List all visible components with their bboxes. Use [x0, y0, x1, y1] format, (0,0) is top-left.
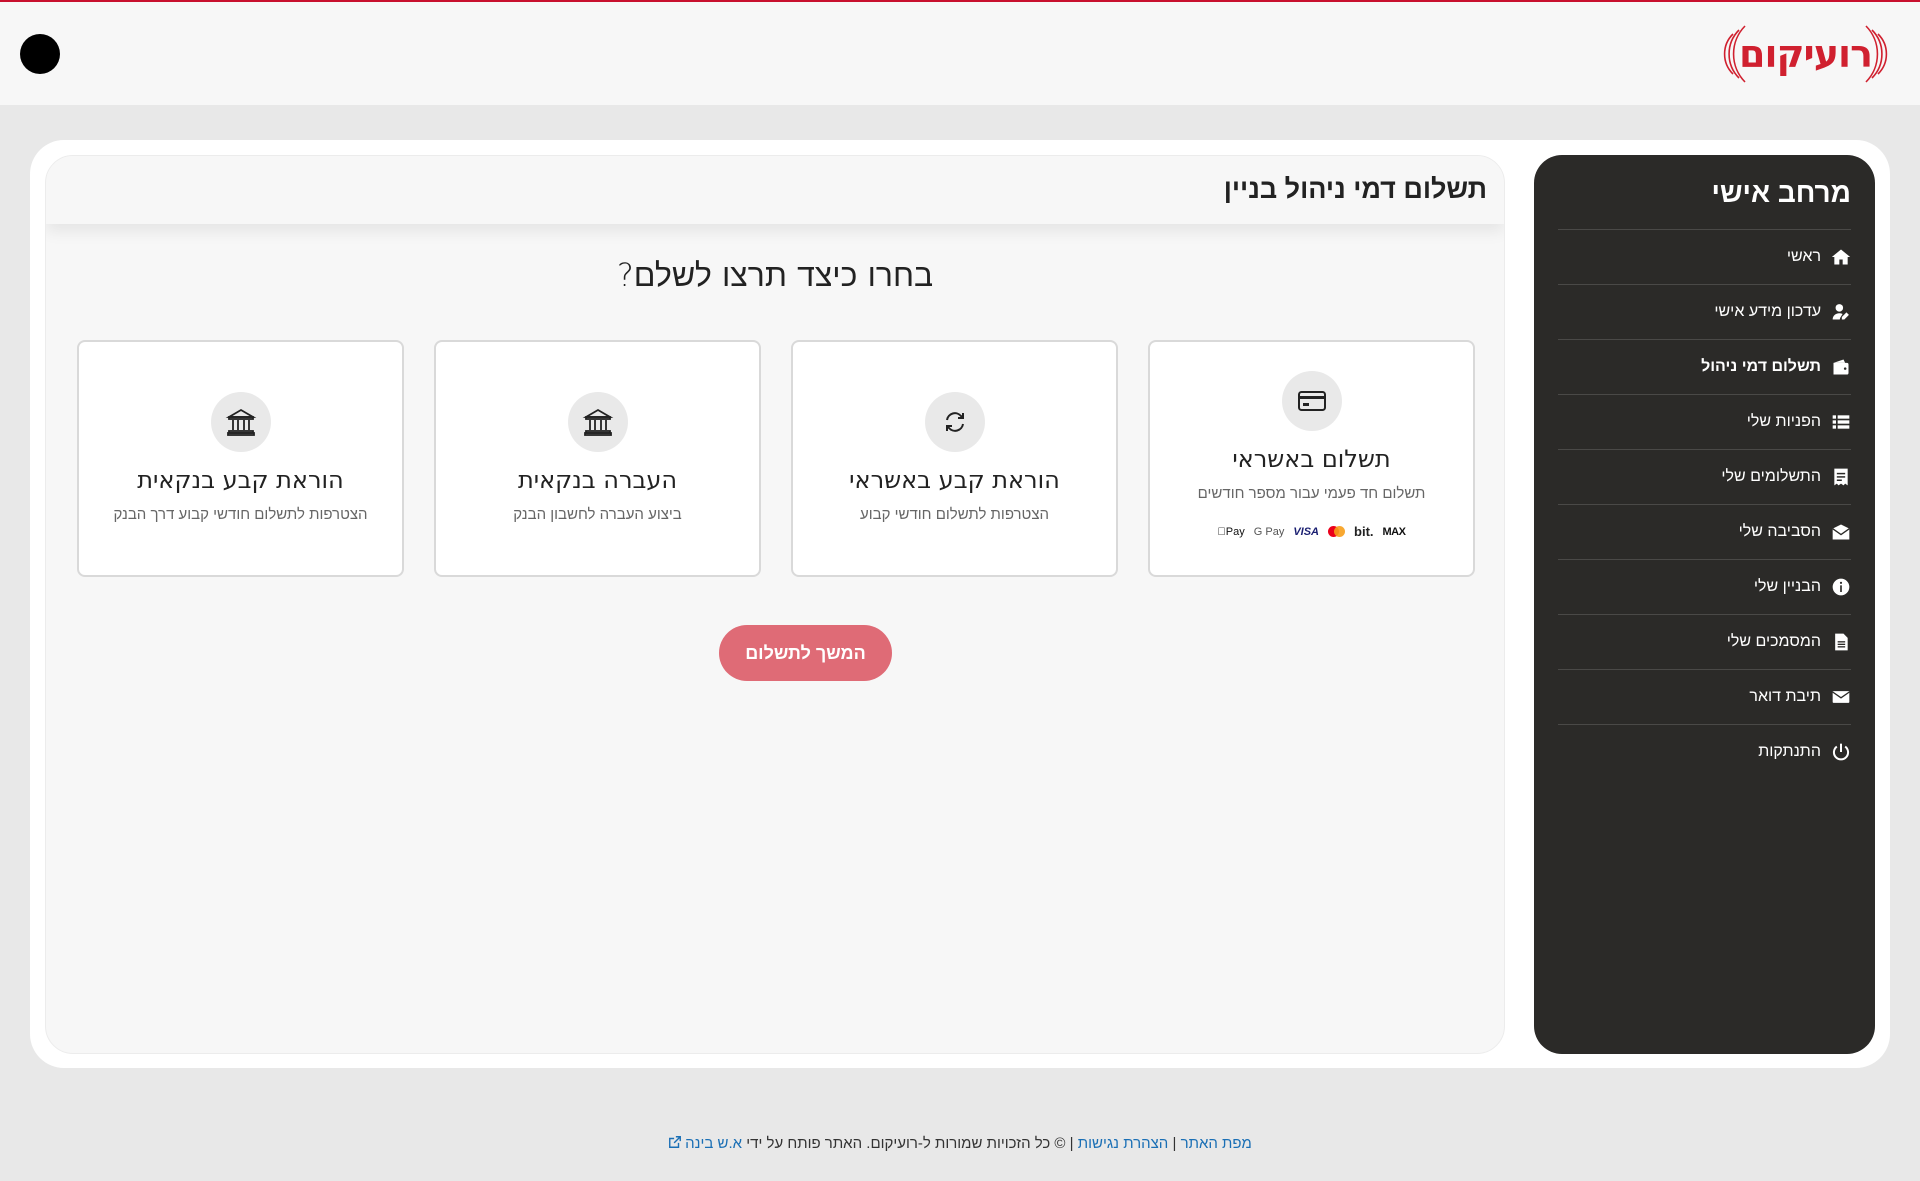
option-bank-standing-order[interactable]: הוראת קבע בנקאית הצטרפות לתשלום חודשי קב… — [77, 340, 404, 577]
wallet-icon — [1831, 357, 1851, 377]
page-title: תשלום דמי ניהול בניין — [1223, 174, 1487, 204]
option-subtitle: ביצוע העברה לחשבון הבנק — [513, 506, 682, 523]
bank-icon — [210, 392, 271, 452]
document-icon — [1831, 632, 1851, 652]
option-title: העברה בנקאית — [517, 466, 678, 494]
payment-options: תשלום באשראי תשלום חד פעמי עבור מספר חוד… — [77, 340, 1475, 577]
external-link-icon — [669, 1136, 682, 1148]
sidebar-item-label: עדכון מידע אישי — [1714, 303, 1821, 320]
credit-card-icon — [1281, 371, 1342, 431]
visa-logo: VISA — [1293, 525, 1320, 538]
option-title: הוראת קבע בנקאית — [137, 466, 344, 494]
sidebar-item-environment[interactable]: הסביבה שלי — [1558, 504, 1851, 559]
sidebar-item-payments[interactable]: התשלומים שלי — [1558, 449, 1851, 504]
sidebar-item-label: ראשי — [1786, 248, 1821, 265]
content-card: מרחב אישי ראשי עדכון מידע אישי תשלום דמי… — [30, 140, 1890, 1068]
bank-icon — [567, 392, 628, 452]
footer-separator: | — [1069, 1135, 1074, 1152]
top-header: רועיקום — [0, 0, 1920, 105]
mastercard-logo — [1328, 526, 1346, 537]
sidebar-item-label: הסביבה שלי — [1738, 523, 1821, 540]
bit-logo: bit. — [1354, 524, 1374, 539]
sidebar-item-label: התנתקות — [1758, 743, 1821, 760]
info-icon — [1831, 577, 1851, 597]
sidebar-item-requests[interactable]: הפניות שלי — [1558, 394, 1851, 449]
max-logo: MAX — [1382, 525, 1406, 538]
sidebar-item-logout[interactable]: התנתקות — [1558, 724, 1851, 779]
footer-separator: | — [1172, 1135, 1177, 1152]
sidebar-nav: ראשי עדכון מידע אישי תשלום דמי ניהול הפנ… — [1558, 229, 1851, 779]
sidebar-item-label: תיבת דואר — [1749, 688, 1821, 705]
option-credit-standing-order[interactable]: הוראת קבע באשראי הצטרפות לתשלום חודשי קב… — [791, 340, 1118, 577]
site-logo[interactable]: רועיקום — [1723, 20, 1888, 88]
sidebar-item-label: הבניין שלי — [1753, 578, 1821, 595]
sidebar-item-label: התשלומים שלי — [1721, 468, 1821, 485]
copyright-text: © כל הזכויות שמורות ל-רועיקום. האתר פותח… — [746, 1135, 1066, 1152]
user-edit-icon — [1831, 302, 1851, 322]
map-icon — [1831, 522, 1851, 542]
option-subtitle: הצטרפות לתשלום חודשי קבוע דרך הבנק — [113, 506, 368, 523]
developer-link[interactable]: א.ש בינה — [668, 1135, 742, 1152]
option-title: תשלום באשראי — [1232, 445, 1391, 473]
accessibility-statement-link[interactable]: הצהרת נגישות — [1078, 1135, 1169, 1152]
option-credit-card[interactable]: תשלום באשראי תשלום חד פעמי עבור מספר חוד… — [1148, 340, 1475, 577]
envelope-icon — [1831, 687, 1851, 707]
receipt-icon — [1831, 467, 1851, 487]
accessibility-button[interactable] — [20, 34, 60, 74]
power-icon — [1831, 742, 1851, 762]
sidebar-item-mailbox[interactable]: תיבת דואר — [1558, 669, 1851, 724]
continue-to-payment-button[interactable]: המשך לתשלום — [719, 625, 892, 681]
option-title: הוראת קבע באשראי — [849, 466, 1060, 494]
sitemap-link[interactable]: מפת האתר — [1181, 1135, 1252, 1152]
footer: מפת האתר | הצהרת נגישות | © כל הזכויות ש… — [0, 1135, 1920, 1152]
sidebar-item-building[interactable]: הבניין שלי — [1558, 559, 1851, 614]
sidebar-item-label: תשלום דמי ניהול — [1701, 358, 1821, 375]
main-header: תשלום דמי ניהול בניין — [46, 156, 1504, 224]
option-subtitle: תשלום חד פעמי עבור מספר חודשים — [1197, 485, 1426, 502]
main-panel: תשלום דמי ניהול בניין בחרו כיצד תרצו לשל… — [45, 155, 1505, 1054]
sidebar-title: מרחב אישי — [1711, 177, 1851, 208]
list-icon — [1831, 412, 1851, 432]
sidebar-item-home[interactable]: ראשי — [1558, 229, 1851, 284]
logo-text: רועיקום — [1739, 32, 1873, 76]
sidebar: מרחב אישי ראשי עדכון מידע אישי תשלום דמי… — [1534, 155, 1875, 1054]
sidebar-item-label: המסמכים שלי — [1726, 633, 1821, 650]
option-subtitle: הצטרפות לתשלום חודשי קבוע — [860, 506, 1050, 523]
payment-method-question: בחרו כיצד תרצו לשלם? — [616, 256, 934, 294]
sidebar-item-documents[interactable]: המסמכים שלי — [1558, 614, 1851, 669]
payment-logos: MAX bit. VISA G Pay Pay — [1218, 524, 1406, 539]
home-icon — [1831, 247, 1851, 267]
option-bank-transfer[interactable]: העברה בנקאית ביצוע העברה לחשבון הבנק — [434, 340, 761, 577]
sync-icon — [924, 392, 985, 452]
sidebar-item-update-profile[interactable]: עדכון מידע אישי — [1558, 284, 1851, 339]
sidebar-item-pay-fees[interactable]: תשלום דמי ניהול — [1558, 339, 1851, 394]
apple-pay-logo: Pay — [1218, 525, 1245, 538]
google-pay-logo: G Pay — [1253, 525, 1285, 538]
sidebar-item-label: הפניות שלי — [1746, 413, 1821, 430]
